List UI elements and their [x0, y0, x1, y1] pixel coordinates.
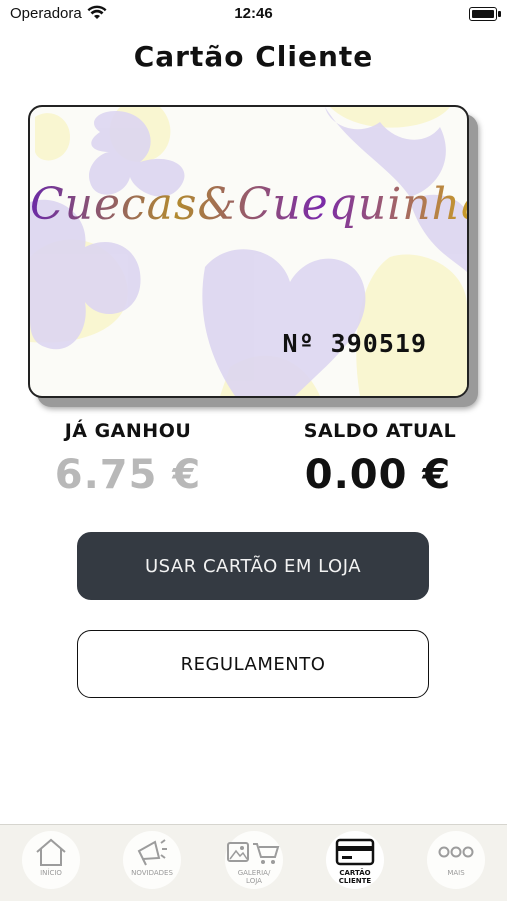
more-icon	[438, 846, 474, 858]
megaphone-icon	[137, 839, 167, 866]
balance-label: SALDO ATUAL	[303, 420, 457, 442]
loyalty-card[interactable]: Cuecas&Cuequinhas Nº 390519	[28, 105, 469, 398]
gallery-cart-icon	[227, 842, 280, 864]
earned-label: JÁ GANHOU	[64, 420, 192, 442]
tab-gallery-store-label: GALERIA/ LOJA	[237, 869, 271, 885]
use-card-in-store-button[interactable]: USAR CARTÃO EM LOJA	[77, 532, 429, 600]
tab-more-label: MAIS	[447, 869, 465, 877]
home-icon	[36, 838, 66, 866]
card-icon	[335, 838, 375, 866]
tab-news-label: NOVIDADES	[131, 869, 173, 877]
tab-more[interactable]: MAIS	[427, 831, 485, 889]
brand-logo: Cuecas&Cuequinhas	[30, 179, 469, 230]
rules-button[interactable]: REGULAMENTO	[77, 630, 429, 698]
tab-customer-card[interactable]: CARTÃO CLIENTE	[326, 831, 384, 889]
earned-value: 6.75 €	[54, 452, 202, 498]
status-bar: Operadora 12:46	[0, 0, 507, 30]
card-number: Nº 390519	[282, 329, 427, 358]
tab-news[interactable]: NOVIDADES	[123, 831, 181, 889]
tab-home[interactable]: INÍCIO	[22, 831, 80, 889]
page-title: Cartão Cliente	[133, 40, 374, 73]
tab-customer-card-label: CARTÃO CLIENTE	[338, 869, 372, 885]
tab-bar: INÍCIO NOVIDADES GALERIA/ LOJA CARTÃO CL…	[0, 824, 507, 901]
tab-home-label: INÍCIO	[40, 869, 62, 877]
tab-gallery-store[interactable]: GALERIA/ LOJA	[225, 831, 283, 889]
balance-value: 0.00 €	[304, 452, 452, 498]
battery-icon	[469, 7, 501, 21]
clock: 12:46	[234, 5, 273, 22]
